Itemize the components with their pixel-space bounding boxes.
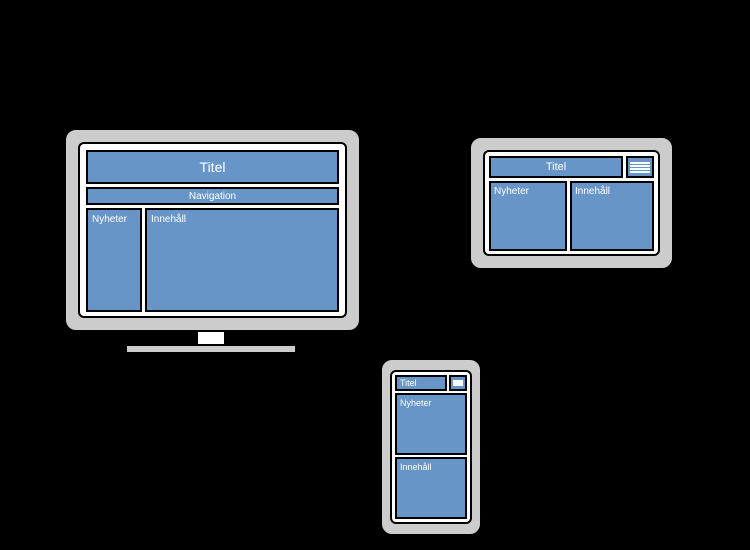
desktop-title-label: Titel — [200, 159, 226, 175]
hamburger-menu-icon — [449, 375, 467, 391]
monitor-stand-base — [125, 344, 297, 354]
desktop-navigation-region: Navigation — [86, 187, 339, 205]
tablet-content-label: Innehåll — [575, 186, 610, 197]
desktop-content-label: Innehåll — [151, 214, 186, 225]
tablet-news-label: Nyheter — [494, 186, 529, 197]
phone-content-label: Innehåll — [400, 462, 432, 472]
hamburger-menu-icon — [626, 156, 654, 178]
tablet-screen: Titel Nyheter Innehåll — [483, 150, 660, 256]
desktop-content-row: Nyheter Innehåll — [86, 208, 339, 312]
phone-device: Titel Nyheter Innehåll — [380, 358, 482, 536]
tablet-content-region: Innehåll — [570, 181, 654, 251]
desktop-navigation-label: Navigation — [189, 191, 236, 202]
desktop-title-region: Titel — [86, 150, 339, 184]
phone-content-region: Innehåll — [395, 457, 467, 519]
tablet-title-label: Titel — [546, 161, 566, 173]
desktop-content-region: Innehåll — [145, 208, 339, 312]
phone-title-label: Titel — [400, 378, 417, 388]
phone-news-label: Nyheter — [400, 398, 432, 408]
desktop-device: Titel Navigation Nyheter Innehåll — [64, 128, 361, 332]
desktop-news-label: Nyheter — [92, 214, 127, 225]
tablet-content-row: Nyheter Innehåll — [489, 181, 654, 251]
phone-header-row: Titel — [395, 375, 467, 391]
desktop-news-region: Nyheter — [86, 208, 142, 312]
tablet-header-row: Titel — [489, 156, 654, 178]
phone-news-region: Nyheter — [395, 393, 467, 455]
phone-title-region: Titel — [395, 375, 447, 391]
tablet-title-region: Titel — [489, 156, 623, 178]
phone-screen: Titel Nyheter Innehåll — [390, 370, 472, 524]
tablet-news-region: Nyheter — [489, 181, 567, 251]
tablet-device: Titel Nyheter Innehåll — [469, 136, 674, 270]
desktop-screen: Titel Navigation Nyheter Innehåll — [78, 142, 347, 318]
